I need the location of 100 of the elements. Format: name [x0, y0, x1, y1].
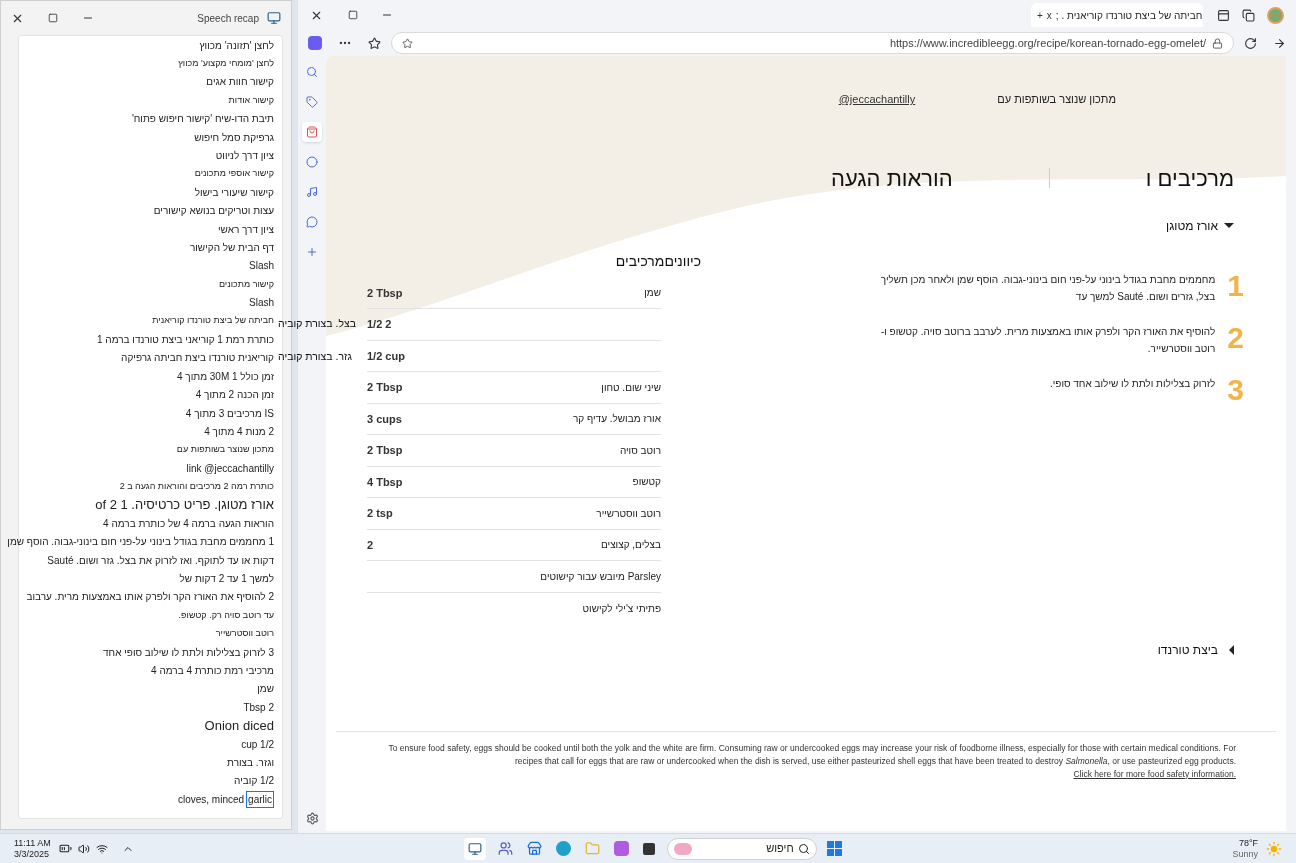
- ingredient-amount: 1/2 2: [367, 317, 392, 332]
- clock-time[interactable]: 11:11 AM: [14, 837, 51, 849]
- recap-line: מרכיבי רמת כותרת 4 ברמה 4: [151, 663, 274, 678]
- clock-date[interactable]: 3/3/2025: [14, 848, 50, 860]
- recap-line: קישור מתכונים: [218, 277, 274, 291]
- recap-line: 2 Tbsp: [243, 700, 274, 715]
- ingredient-name: שיני שום. טחון: [601, 380, 661, 395]
- settings-icon[interactable]: [305, 812, 319, 825]
- step-number: 3: [1227, 374, 1244, 405]
- wifi-icon[interactable]: [95, 842, 108, 855]
- tab-collections-icon[interactable]: [1242, 8, 1255, 22]
- recap-line: cloves, minced: [177, 792, 245, 807]
- add-icon: [306, 246, 318, 258]
- table-header: כיווניםמרכיבים: [615, 251, 701, 271]
- add-favorite-icon[interactable]: [402, 37, 413, 49]
- recap-line: כותרת רמת 1 קוריאני ביצת טורנדו ברמה 1: [97, 332, 274, 347]
- recap-line: 1/2 cup: [241, 737, 274, 752]
- ingredient-name: רוטב ווסטרשייר: [596, 506, 661, 521]
- music-icon: [306, 186, 318, 198]
- recap-line: דקות או עד לתוקף. ואז לזרוק את בצל. גזר ושום. Sauté: [47, 553, 274, 568]
- section-heading[interactable]: הוראות הגעה: [830, 161, 953, 195]
- step-text: לזרוק בצלילות ולתת לו שילוב אחד סופי.: [1048, 376, 1216, 391]
- maximize-icon[interactable]: [48, 13, 58, 23]
- volume-icon[interactable]: [77, 842, 90, 855]
- recap-line: גרפיקת סמל חיפוש: [194, 130, 274, 145]
- lock-icon: [1212, 37, 1223, 49]
- recap-line: עצות וטריקים בנושא קישורים: [153, 204, 274, 219]
- ingredient-amount: 2 Tbsp: [367, 380, 403, 395]
- recap-app-icon[interactable]: [463, 837, 486, 860]
- step-number: 1: [1227, 270, 1244, 301]
- profile-avatar[interactable]: [1267, 6, 1284, 24]
- recap-line: חביתה של ביצת טורנדו קוריאנית: [152, 314, 274, 328]
- recap-line: עד רוטב סויה רק. קטשופ.: [178, 608, 274, 622]
- temperature[interactable]: 78°F: [1238, 837, 1258, 849]
- new-tab-button[interactable]: +: [1037, 7, 1043, 23]
- shopping-sidebar-button[interactable]: [302, 122, 322, 142]
- recap-line: קוריאנית טורנדו ביצת חביתה גרפיקה: [121, 351, 274, 366]
- recap-line: 3 לזרוק בצלילות ולתת לו שילוב סופי אחד: [103, 645, 274, 660]
- recap-line: וגזר. בצורת: [227, 755, 274, 770]
- recap-line: זמן כולל 1 30M מתוך 4: [176, 369, 274, 384]
- ingredient-name: בצלים, קצוצים: [600, 538, 661, 553]
- weather-label[interactable]: Sunny: [1232, 848, 1258, 860]
- ingredient-amount: 3 cups: [367, 411, 402, 427]
- overflow-caption: גזר. בצורת קוביה: [278, 349, 352, 364]
- recap-line: ציון דרך ראשי: [217, 222, 274, 237]
- recap-line: למשך 1 עד 2 דקות של: [179, 572, 274, 586]
- safety-notice: To ensure food safety, eggs should be cooked until both the yolk and the white are firm. Consuming raw or undercooked eggs may increase your risk of foodborne illness, especially for those with certain medical conditions. For recipes that call for eggs that are raw or undercooked when the dish is served, use either pasteurized shell eggs that have been treated to destroy Salmonella, or use pasteurized egg products. Click here for more food safety information.: [387, 741, 1236, 781]
- search-icon: [797, 842, 810, 855]
- store-icon[interactable]: [526, 841, 542, 856]
- back-icon[interactable]: [1273, 36, 1286, 50]
- recap-line: שמן: [257, 682, 274, 697]
- recap-line: קישור אוספי מתכונים: [194, 167, 274, 181]
- recap-line: Onion diced: [204, 716, 274, 735]
- recap-line: 1 מחממים מחבת בגודל בינוני על-פני חום בינוני-גבוה. הוסף שמן: [7, 535, 274, 550]
- recap-line: קישור שיעורי בישול: [194, 185, 274, 200]
- accordion-header[interactable]: אורז מטוגן: [1166, 216, 1234, 235]
- recap-line: Slash: [249, 296, 274, 311]
- search-field[interactable]: חיפוש: [691, 840, 798, 857]
- ingredient-name: שמן: [644, 286, 661, 301]
- ingredient-name: פתיתי צ'ילי לקישוט: [582, 601, 661, 616]
- tab-close-button[interactable]: x: [1046, 7, 1052, 23]
- chat-icon: [306, 216, 318, 228]
- step-text: מחממים מחבת בגודל בינוני על-פני חום בינוני-גבוה. הוסף שמן ולאחר מכן תשליך בצל, גזרים ושום. Sauté למשך עד: [879, 272, 1216, 304]
- ingredient-amount: 2 tsp: [367, 506, 393, 521]
- focused-word: garlic: [246, 790, 274, 808]
- address-bar[interactable]: https://www.incredibleegg.org/recipe/korean-tornado-egg-omelet/: [391, 32, 1234, 54]
- start-icon[interactable]: [826, 841, 842, 856]
- tag-icon: [306, 96, 318, 108]
- recap-line: 2 מנות 4 מתוך 4: [204, 424, 274, 439]
- ingredient-name: אורז מבושל. עדיף קר: [572, 412, 661, 427]
- recap-line: זמן הכנה 2 מתוך 4: [195, 388, 274, 403]
- taskbar-search[interactable]: חיפוש: [666, 837, 817, 860]
- refresh-icon[interactable]: [1244, 36, 1257, 50]
- accordion-header[interactable]: ביצת טורנדו: [1157, 640, 1234, 659]
- battery-icon[interactable]: [58, 842, 72, 855]
- maximize-icon[interactable]: [348, 10, 358, 20]
- recap-line: רוטב ווסטרשייר: [215, 626, 274, 640]
- favorite-icon[interactable]: [368, 36, 381, 50]
- recap-line: דף הבית של הקישור: [189, 241, 274, 255]
- app-square-icon[interactable]: [642, 842, 655, 855]
- ingredient-name: רוטב סויה: [619, 443, 661, 458]
- ingredient-name: קטשופ: [632, 475, 661, 490]
- recap-line: ציון דרך לניווט: [215, 149, 274, 164]
- ingredient-name: Parsley מיובש עבור קישוטים: [540, 569, 661, 584]
- tab-layout-icon[interactable]: [1217, 8, 1230, 22]
- window-title: Speech recap: [197, 11, 259, 26]
- search-icon: [306, 66, 318, 78]
- author-link[interactable]: @jeccachantilly: [838, 91, 916, 108]
- recap-line: קישור אודות: [228, 93, 274, 107]
- recap-line: link @jeccachantilly: [186, 461, 274, 476]
- ingredient-amount: 1/2 cup: [367, 348, 405, 364]
- recap-line: Slash: [249, 259, 274, 274]
- app-icon: [267, 11, 281, 25]
- url-text: https://www.incredibleegg.org/recipe/korean-tornado-egg-omelet/: [889, 35, 1206, 51]
- safety-link[interactable]: Click here for more food safety information.: [1073, 768, 1236, 779]
- section-heading[interactable]: מרכיבים ו: [1145, 161, 1234, 195]
- recap-line: לחצן 'תזונה' מכווץ: [199, 38, 274, 53]
- recap-line: מתכון שנוצר בשותפות עם: [176, 443, 274, 457]
- ingredient-amount: 4 Tbsp: [367, 474, 403, 490]
- ingredient-amount: 2: [367, 537, 374, 553]
